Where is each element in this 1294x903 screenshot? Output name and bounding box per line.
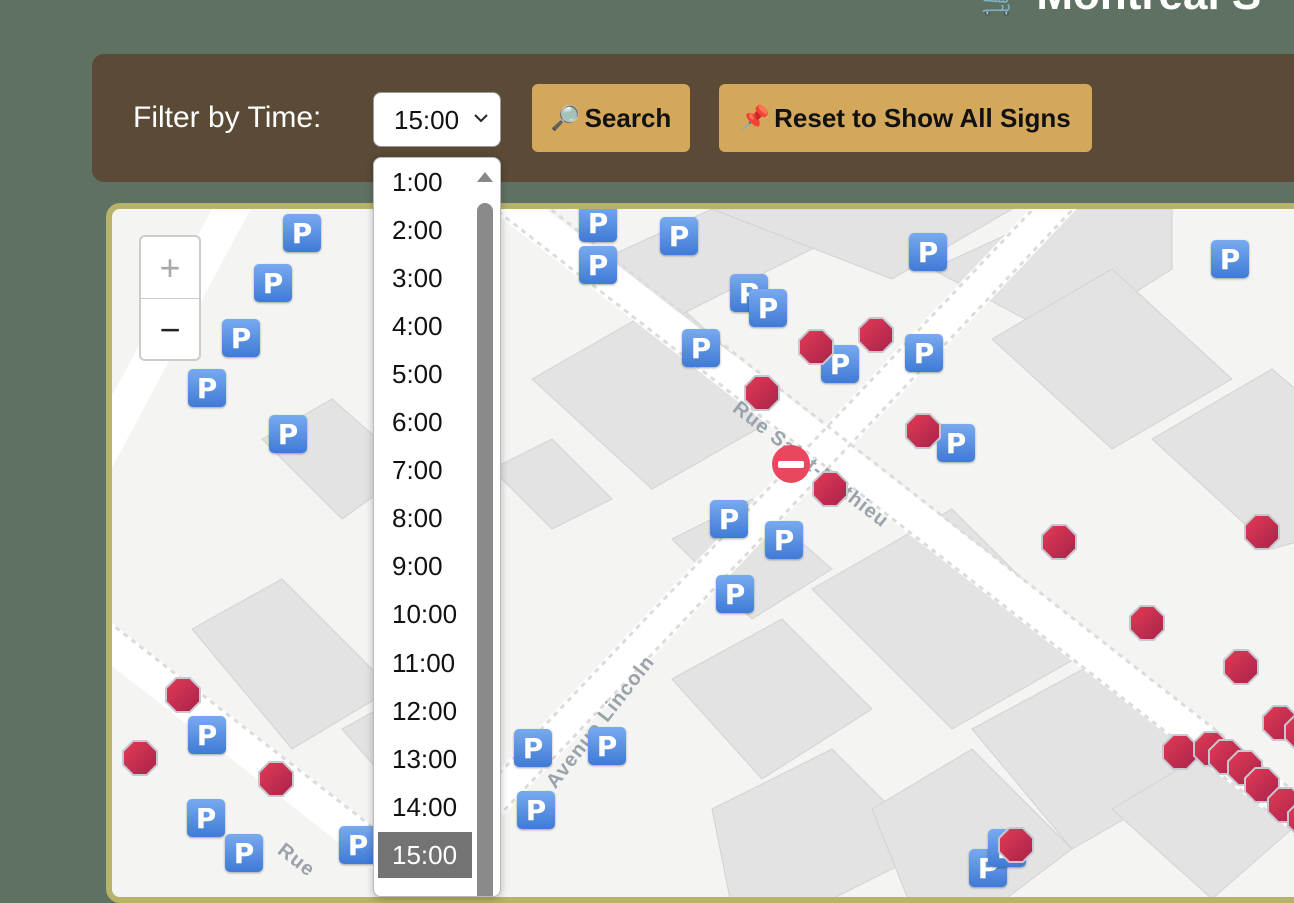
stop-sign-marker-icon[interactable] xyxy=(258,761,294,797)
stop-sign-marker-icon[interactable] xyxy=(905,413,941,449)
time-option[interactable]: 11:00 xyxy=(378,640,472,686)
map-view[interactable]: Rue Saint-Mathieu Avenue Lincoln Rue + −… xyxy=(106,203,1294,903)
parking-marker-icon[interactable]: P xyxy=(937,424,975,462)
parking-marker-icon[interactable]: P xyxy=(188,716,226,754)
time-option[interactable]: 7:00 xyxy=(378,448,472,494)
parking-marker-icon[interactable]: P xyxy=(660,217,698,255)
parking-marker-icon[interactable]: P xyxy=(187,799,225,837)
stop-sign-marker-icon[interactable] xyxy=(1244,514,1280,550)
parking-marker-icon[interactable]: P xyxy=(749,289,787,327)
time-option[interactable]: 1:00 xyxy=(378,159,472,205)
parking-marker-icon[interactable]: P xyxy=(188,369,226,407)
reset-button[interactable]: 📌 Reset to Show All Signs xyxy=(719,84,1092,152)
filter-label: Filter by Time: xyxy=(133,101,322,134)
time-select-value: 15:00 xyxy=(394,105,460,135)
reset-button-label: Reset to Show All Signs xyxy=(774,102,1071,133)
time-option[interactable]: 5:00 xyxy=(378,351,472,397)
pushpin-icon: 📌 xyxy=(740,104,771,132)
time-option[interactable]: 2:00 xyxy=(378,207,472,253)
time-option[interactable]: 8:00 xyxy=(378,496,472,542)
parking-marker-icon[interactable]: P xyxy=(579,209,617,242)
stop-sign-marker-icon[interactable] xyxy=(122,740,158,776)
parking-marker-icon[interactable]: P xyxy=(682,329,720,367)
zoom-out-button[interactable]: − xyxy=(141,299,199,360)
parking-marker-icon[interactable]: P xyxy=(579,246,617,284)
zoom-control: + − xyxy=(139,235,201,361)
parking-marker-icon[interactable]: P xyxy=(254,264,292,302)
stop-sign-marker-icon[interactable] xyxy=(1041,524,1077,560)
time-option[interactable]: 4:00 xyxy=(378,303,472,349)
time-option[interactable]: 6:00 xyxy=(378,400,472,446)
magnifier-icon: 🔎 xyxy=(550,104,581,132)
time-option[interactable]: 14:00 xyxy=(378,784,472,830)
parking-marker-icon[interactable]: P xyxy=(909,233,947,271)
zoom-in-button[interactable]: + xyxy=(141,237,199,299)
time-dropdown-list[interactable]: 1:00 2:00 3:00 4:00 5:00 6:00 7:00 8:00 9:00 10:0… xyxy=(373,157,501,897)
app-title-text: Montreal S xyxy=(1036,0,1261,19)
stop-sign-marker-icon[interactable] xyxy=(1129,605,1165,641)
stop-sign-marker-icon[interactable] xyxy=(744,375,780,411)
parking-marker-icon[interactable]: P xyxy=(283,214,321,252)
parking-marker-icon[interactable]: P xyxy=(222,319,260,357)
time-option[interactable]: 15:00 xyxy=(378,832,472,879)
parking-marker-icon[interactable]: P xyxy=(1211,240,1249,278)
map-base xyxy=(112,209,1294,897)
parking-marker-icon[interactable]: P xyxy=(269,415,307,453)
parking-marker-icon[interactable]: P xyxy=(339,826,377,864)
chevron-down-icon xyxy=(474,114,488,123)
stop-sign-marker-icon[interactable] xyxy=(812,471,848,507)
parking-marker-icon[interactable]: P xyxy=(710,500,748,538)
parking-marker-icon[interactable]: P xyxy=(716,575,754,613)
parking-marker-icon[interactable]: P xyxy=(517,791,555,829)
stop-sign-marker-icon[interactable] xyxy=(998,827,1034,863)
time-option[interactable]: 12:00 xyxy=(378,688,472,734)
stop-sign-marker-icon[interactable] xyxy=(1223,649,1259,685)
parking-marker-icon[interactable]: P xyxy=(905,334,943,372)
app-title: 🛒 Montreal S xyxy=(980,0,1261,20)
parking-marker-icon[interactable]: P xyxy=(588,727,626,765)
search-button[interactable]: 🔎 Search xyxy=(532,84,690,152)
no-entry-marker[interactable] xyxy=(772,445,810,483)
stop-sign-marker-icon[interactable] xyxy=(1162,734,1198,770)
scroll-thumb[interactable] xyxy=(477,203,493,896)
stop-sign-marker-icon[interactable] xyxy=(165,677,201,713)
time-option[interactable]: 3:00 xyxy=(378,255,472,301)
time-option[interactable]: 13:00 xyxy=(378,736,472,782)
stop-sign-marker-icon[interactable] xyxy=(798,329,834,365)
time-option[interactable]: 9:00 xyxy=(378,544,472,590)
parking-marker-icon[interactable]: P xyxy=(514,729,552,767)
parking-marker-icon[interactable]: P xyxy=(765,521,803,559)
time-option[interactable]: 10:00 xyxy=(378,592,472,638)
search-button-label: Search xyxy=(584,102,672,133)
dropdown-scrollbar[interactable] xyxy=(476,158,494,896)
cart-icon: 🛒 xyxy=(980,0,1022,17)
parking-marker-icon[interactable]: P xyxy=(225,834,263,872)
time-select[interactable]: 15:00 xyxy=(373,92,501,147)
stop-sign-marker-icon[interactable] xyxy=(858,317,894,353)
scroll-up-arrow-icon[interactable] xyxy=(477,172,493,182)
